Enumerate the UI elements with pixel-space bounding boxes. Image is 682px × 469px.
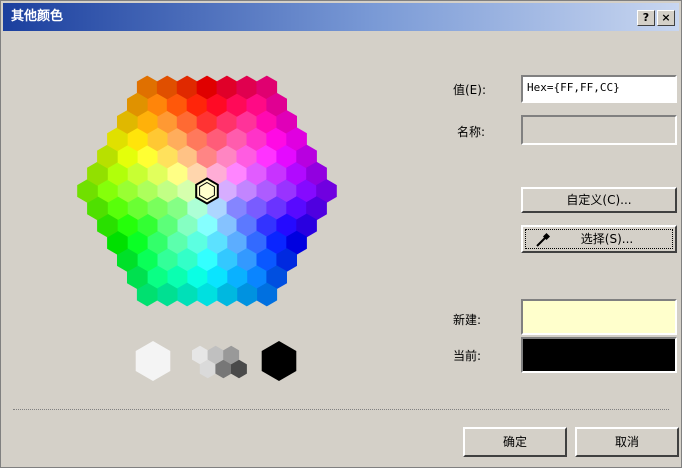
eyedropper-icon bbox=[535, 232, 551, 248]
gray-hex-cell[interactable] bbox=[261, 341, 297, 381]
ok-button[interactable]: 确定 bbox=[463, 427, 567, 457]
new-label: 新建: bbox=[453, 313, 482, 327]
name-field[interactable] bbox=[521, 115, 677, 145]
gray-hex-cell[interactable] bbox=[135, 341, 171, 381]
name-label: 名称: bbox=[457, 125, 486, 139]
select-button[interactable]: 选择(S)... bbox=[521, 225, 677, 253]
cancel-button[interactable]: 取消 bbox=[575, 427, 679, 457]
current-color-swatch bbox=[521, 337, 677, 373]
value-field[interactable]: Hex={FF,FF,CC} bbox=[521, 75, 677, 103]
select-button-label: 选择(S)... bbox=[580, 232, 634, 246]
custom-button[interactable]: 自定义(C)... bbox=[521, 187, 677, 213]
new-color-swatch bbox=[521, 299, 677, 335]
value-label: 值(E): bbox=[453, 83, 486, 97]
divider bbox=[13, 409, 669, 410]
other-colors-dialog: 其他颜色 ? × 值(E): Hex={FF,FF,CC} 名称: 自定义(C)… bbox=[0, 0, 682, 468]
current-label: 当前: bbox=[453, 349, 482, 363]
